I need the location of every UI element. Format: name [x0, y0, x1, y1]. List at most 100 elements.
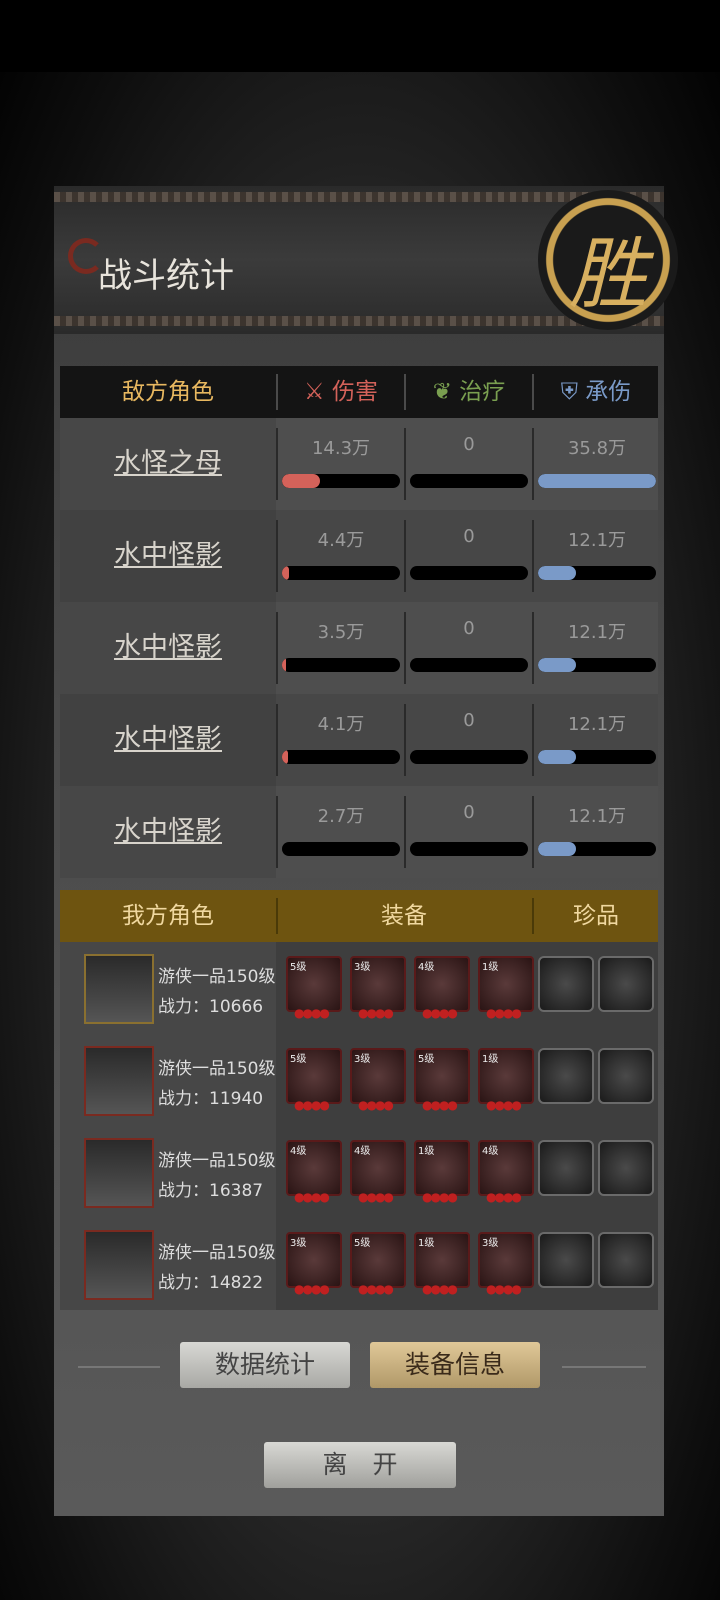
heal-cell: 0	[406, 510, 532, 602]
rank-dots-icon: ●●●●	[422, 1098, 458, 1112]
equipment-level: 1级	[482, 1054, 499, 1065]
enemy-name-link[interactable]: 水中怪影	[60, 694, 276, 786]
character-info: 游侠一品150级 战力：10666	[158, 962, 275, 1022]
damage-value: 4.4万	[317, 530, 365, 551]
equipment-slot[interactable]: 5级 ●●●●	[414, 1048, 470, 1112]
taken-value: 12.1万	[567, 806, 627, 827]
equipment-slot[interactable]: 4级 ●●●●	[478, 1140, 534, 1204]
taken-bar	[538, 474, 656, 488]
equipment-level: 1级	[482, 962, 499, 973]
equipment-level: 1级	[418, 1238, 435, 1249]
rank-dots-icon: ●●●●	[422, 1190, 458, 1204]
damage-value: 4.1万	[317, 714, 365, 735]
damage-bar	[282, 658, 400, 672]
taken-value: 12.1万	[567, 530, 627, 551]
character-power: 战力：16387	[158, 1181, 264, 1201]
treasure-slot[interactable]	[598, 1048, 654, 1104]
taken-cell: 12.1万	[534, 602, 660, 694]
equipment-slot[interactable]: 5级 ●●●●	[286, 956, 342, 1020]
rank-dots-icon: ●●●●	[294, 1006, 330, 1020]
taken-value: 12.1万	[567, 622, 627, 643]
character-title: 游侠一品150级	[158, 1059, 276, 1079]
treasure-slot[interactable]	[598, 956, 654, 1012]
damage-bar-fill	[282, 474, 320, 488]
heal-value: 0	[463, 526, 475, 547]
rank-dots-icon: ●●●●	[486, 1282, 522, 1296]
character-power: 战力：14822	[158, 1273, 264, 1293]
taken-cell: 12.1万	[534, 510, 660, 602]
equip-info-button[interactable]: 装备信息	[370, 1342, 540, 1388]
treasure-slot[interactable]	[538, 956, 594, 1012]
treasure-slot[interactable]	[538, 1048, 594, 1104]
equipment-level: 4级	[290, 1146, 307, 1157]
damage-value: 3.5万	[317, 622, 365, 643]
treasure-slot[interactable]	[538, 1140, 594, 1196]
leave-button[interactable]: 离 开	[264, 1442, 456, 1488]
character-avatar[interactable]	[84, 1138, 154, 1208]
treasure-slot[interactable]	[598, 1232, 654, 1288]
data-stats-button[interactable]: 数据统计	[180, 1342, 350, 1388]
equipment-slot[interactable]: 1级 ●●●●	[478, 1048, 534, 1112]
heal-bar	[410, 474, 528, 488]
rank-dots-icon: ●●●●	[358, 1098, 394, 1112]
equipment-slot[interactable]: 5级 ●●●●	[350, 1232, 406, 1296]
enemy-name-cell: 水中怪影	[60, 786, 276, 878]
enemy-name-header: 敌方角色	[122, 379, 214, 405]
rank-dots-icon: ●●●●	[358, 1190, 394, 1204]
rank-dots-icon: ●●●●	[358, 1282, 394, 1296]
rank-dots-icon: ●●●●	[422, 1006, 458, 1020]
enemy-name-link[interactable]: 水中怪影	[60, 602, 276, 694]
enemy-name-link[interactable]: 水中怪影	[60, 786, 276, 878]
heal-bar	[410, 750, 528, 764]
character-title: 游侠一品150级	[158, 1151, 276, 1171]
character-avatar[interactable]	[84, 954, 154, 1024]
damage-cell: 14.3万	[278, 418, 404, 510]
character-avatar[interactable]	[84, 1046, 154, 1116]
equipment-level: 3级	[354, 1054, 371, 1065]
enemy-row: 水中怪影 4.1万 0 12.1万	[60, 694, 658, 786]
equipment-slot[interactable]: 4级 ●●●●	[350, 1140, 406, 1204]
taken-bar-fill	[538, 842, 576, 856]
equipment-slot[interactable]: 3级 ●●●●	[350, 956, 406, 1020]
heal-bar	[410, 658, 528, 672]
enemy-name-link[interactable]: 水中怪影	[60, 510, 276, 602]
equipment-slot[interactable]: 4级 ●●●●	[414, 956, 470, 1020]
equipment-slot[interactable]: 5级 ●●●●	[286, 1048, 342, 1112]
enemy-row: 水中怪影 4.4万 0 12.1万	[60, 510, 658, 602]
equipment-slot[interactable]: 3级 ●●●●	[478, 1232, 534, 1296]
enemy-name-cell: 水中怪影	[60, 510, 276, 602]
damage-bar-fill	[282, 750, 288, 764]
character-power: 战力：10666	[158, 997, 264, 1017]
equipment-slot[interactable]: 1级 ●●●●	[414, 1140, 470, 1204]
damage-cell: 2.7万	[278, 786, 404, 878]
treasure-slot[interactable]	[538, 1232, 594, 1288]
rank-dots-icon: ●●●●	[294, 1098, 330, 1112]
enemy-row: 水中怪影 3.5万 0 12.1万	[60, 602, 658, 694]
rank-dots-icon: ●●●●	[294, 1282, 330, 1296]
equipment-slot[interactable]: 3级 ●●●●	[286, 1232, 342, 1296]
heal-cell: 0	[406, 418, 532, 510]
equipment-slot[interactable]: 1级 ●●●●	[478, 956, 534, 1020]
enemy-name-link[interactable]: 水怪之母	[60, 418, 276, 510]
leaf-icon: ❦	[432, 379, 452, 405]
equipment-slot[interactable]: 1级 ●●●●	[414, 1232, 470, 1296]
character-title: 游侠一品150级	[158, 1243, 276, 1263]
equipment-level: 4级	[354, 1146, 371, 1157]
treasure-slot[interactable]	[598, 1140, 654, 1196]
taken-bar-fill	[538, 750, 576, 764]
enemy-name-cell: 水中怪影	[60, 602, 276, 694]
taken-bar	[538, 658, 656, 672]
rank-dots-icon: ●●●●	[358, 1006, 394, 1020]
heal-header-label: 治疗	[459, 379, 506, 405]
equipment-slot[interactable]: 3级 ●●●●	[350, 1048, 406, 1112]
equipment-slot[interactable]: 4级 ●●●●	[286, 1140, 342, 1204]
taken-bar	[538, 842, 656, 856]
equipment-level: 1级	[418, 1146, 435, 1157]
equipment-level: 5级	[418, 1054, 435, 1065]
taken-bar	[538, 566, 656, 580]
heal-value: 0	[463, 434, 475, 455]
divider-line-left	[78, 1366, 160, 1368]
character-avatar[interactable]	[84, 1230, 154, 1300]
taken-bar-fill	[538, 658, 576, 672]
equipment-level: 5级	[290, 962, 307, 973]
